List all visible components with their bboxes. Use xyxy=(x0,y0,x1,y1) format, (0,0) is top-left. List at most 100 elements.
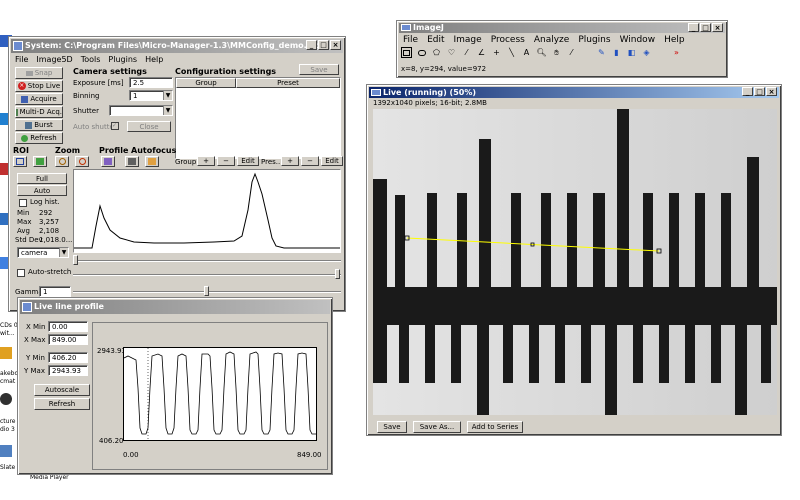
menu-process[interactable]: Process xyxy=(491,35,525,45)
full-button[interactable]: Full xyxy=(17,173,67,184)
max-slider-thumb[interactable] xyxy=(335,269,340,279)
maximize-button[interactable]: □ xyxy=(318,40,329,50)
desktop-app-icon[interactable] xyxy=(0,347,12,359)
shutter-select[interactable]: ▼ xyxy=(109,105,173,116)
acquire-button[interactable]: Acquire xyxy=(15,93,63,105)
stop-live-button[interactable]: × Stop Live xyxy=(15,80,63,92)
menu-image5d[interactable]: Image5D xyxy=(36,55,72,64)
autofocus-snap-button[interactable] xyxy=(125,156,139,167)
angle-tool-icon[interactable]: ∠ xyxy=(476,47,487,58)
menu-analyze[interactable]: Analyze xyxy=(534,35,569,45)
autofocus-settings-button[interactable] xyxy=(145,156,159,167)
histogram-plot[interactable] xyxy=(73,169,341,253)
dropper-tool-icon[interactable]: ⁄ xyxy=(566,47,577,58)
desktop-app-icon[interactable] xyxy=(0,445,12,457)
burst-button[interactable]: Burst xyxy=(15,119,63,131)
save-as-button[interactable]: Save As... xyxy=(413,421,461,433)
rectangle-tool-icon[interactable] xyxy=(401,47,412,58)
flood-fill-tool-icon[interactable]: ◈ xyxy=(641,47,652,58)
live-image-canvas[interactable] xyxy=(373,109,777,415)
micro-manager-titlebar[interactable]: System: C:\Program Files\Micro-Manager-1… xyxy=(11,39,343,53)
eraser-tool-icon[interactable]: ◧ xyxy=(626,47,637,58)
menu-help[interactable]: Help xyxy=(145,55,163,64)
min-slider-track[interactable] xyxy=(73,260,341,262)
point-tool-icon[interactable]: + xyxy=(491,47,502,58)
minimize-button[interactable]: _ xyxy=(742,87,753,96)
line-tool-icon[interactable]: ⁄ xyxy=(461,47,472,58)
polygon-tool-icon[interactable]: ⬠ xyxy=(431,47,442,58)
menu-plugins[interactable]: Plugins xyxy=(578,35,610,45)
menu-file[interactable]: File xyxy=(15,55,28,64)
zoom-out-button[interactable] xyxy=(75,156,89,167)
multi-d-acq-button[interactable]: Multi-D Acq. xyxy=(15,106,63,118)
menu-plugins[interactable]: Plugins xyxy=(108,55,137,64)
hand-tool-icon[interactable]: ✋︎ xyxy=(551,47,562,58)
profile-refresh-button[interactable]: Refresh xyxy=(34,398,90,410)
preset-remove-button[interactable]: − xyxy=(301,156,319,166)
group-edit-button[interactable]: Edit xyxy=(237,156,259,166)
maximize-button[interactable]: □ xyxy=(754,87,765,96)
preset-edit-button[interactable]: Edit xyxy=(321,156,343,166)
log-hist-checkbox[interactable] xyxy=(19,199,27,207)
imagej-status: x=8, y=294, value=972 xyxy=(401,65,487,73)
maximize-button[interactable]: □ xyxy=(700,23,711,32)
group-remove-button[interactable]: − xyxy=(217,156,235,166)
column-header-preset[interactable]: Preset xyxy=(236,78,340,88)
roi-full-button[interactable] xyxy=(33,156,47,167)
pencil-tool-icon[interactable]: ✎ xyxy=(596,47,607,58)
save-image-button[interactable]: Save xyxy=(377,421,407,433)
more-tools-icon[interactable]: » xyxy=(671,47,682,58)
min-slider-thumb[interactable] xyxy=(73,255,78,265)
channel-select[interactable]: camera ▼ xyxy=(17,247,69,258)
close-button[interactable]: × xyxy=(712,23,723,32)
autoshutter-checkbox[interactable]: ✓ xyxy=(111,122,119,130)
roi-set-button[interactable] xyxy=(13,156,27,167)
add-to-series-button[interactable]: Add to Series xyxy=(467,421,523,433)
brush-tool-icon[interactable]: ▮ xyxy=(611,47,622,58)
preset-add-button[interactable]: + xyxy=(281,156,299,166)
menu-tools[interactable]: Tools xyxy=(81,55,101,64)
text-tool-icon[interactable]: A xyxy=(521,47,532,58)
menu-file[interactable]: File xyxy=(403,35,418,45)
autoscale-button[interactable]: Autoscale xyxy=(34,384,90,396)
zoom-in-button[interactable] xyxy=(55,156,69,167)
menu-window[interactable]: Window xyxy=(620,35,656,45)
close-button[interactable]: × xyxy=(330,40,341,50)
profile-plot-area[interactable]: 2943.93 406.20 0.00 849.00 xyxy=(92,322,328,470)
close-shutter-button[interactable]: Close xyxy=(127,121,171,132)
refresh-button[interactable]: Refresh xyxy=(15,132,63,144)
gamma-input[interactable]: 1 xyxy=(39,286,71,297)
minimize-button[interactable]: _ xyxy=(306,40,317,50)
x-max-input[interactable]: 849.00 xyxy=(48,334,88,345)
imagej-titlebar[interactable]: ImageJ _ □ × xyxy=(399,23,725,33)
exposure-input[interactable]: 2.5 xyxy=(129,77,173,88)
oval-tool-icon[interactable] xyxy=(416,47,427,58)
binning-select[interactable]: 1 ▼ xyxy=(129,90,173,101)
desktop-app-icon[interactable] xyxy=(0,393,12,405)
wand-tool-icon[interactable]: ╲ xyxy=(506,47,517,58)
max-slider-track[interactable] xyxy=(73,274,341,276)
snap-button[interactable]: Snap xyxy=(15,67,63,79)
close-button[interactable]: × xyxy=(766,87,777,96)
menu-edit[interactable]: Edit xyxy=(427,35,444,45)
save-config-button[interactable]: Save xyxy=(299,64,339,75)
menu-image[interactable]: Image xyxy=(454,35,482,45)
freehand-tool-icon[interactable]: ♡ xyxy=(446,47,457,58)
line-profile-button[interactable] xyxy=(101,156,115,167)
gamma-slider-thumb[interactable] xyxy=(204,286,209,296)
config-table[interactable]: Group Preset xyxy=(175,77,341,159)
menu-help[interactable]: Help xyxy=(664,35,685,45)
profile-titlebar[interactable]: Live line profile xyxy=(20,300,330,314)
blank-tool-slot xyxy=(656,47,667,58)
auto-button[interactable]: Auto xyxy=(17,185,67,196)
column-header-group[interactable]: Group xyxy=(176,78,236,88)
y-min-input[interactable]: 406.20 xyxy=(48,352,88,363)
group-add-button[interactable]: + xyxy=(197,156,215,166)
magnifier-tool-icon[interactable]: 🔍︎ xyxy=(536,47,547,58)
minimize-button[interactable]: _ xyxy=(688,23,699,32)
x-min-input[interactable]: 0.00 xyxy=(48,321,88,332)
y-max-input[interactable]: 2943.93 xyxy=(48,365,88,376)
x-axis-right-label: 849.00 xyxy=(297,451,322,459)
live-titlebar[interactable]: Live (running) (50%) _ □ × xyxy=(369,87,779,98)
auto-stretch-checkbox[interactable] xyxy=(17,269,25,277)
